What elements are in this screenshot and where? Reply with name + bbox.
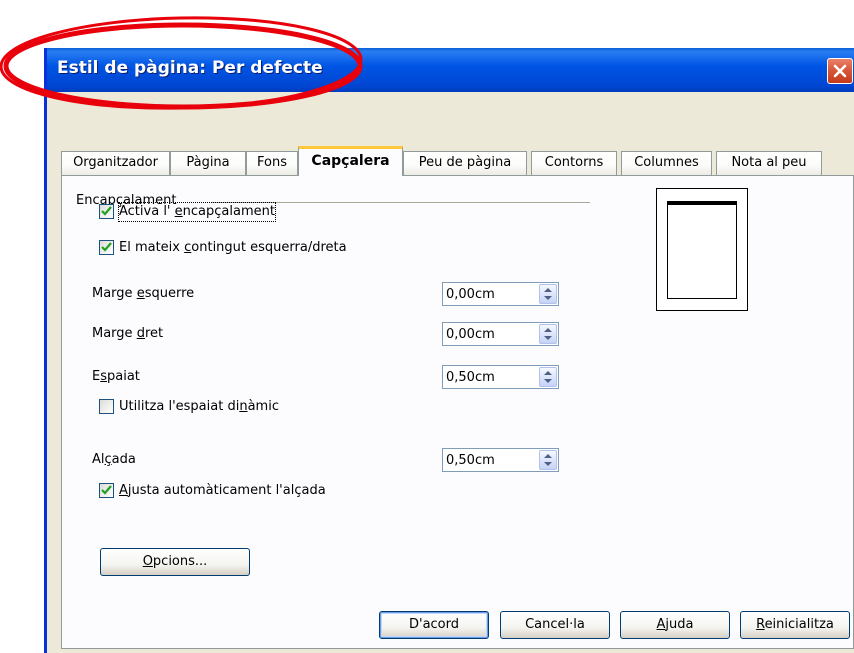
- autofit-height-checkbox[interactable]: [99, 483, 114, 498]
- tab-panel-capcalera: Encapçalament Activa l' encapçalament El…: [61, 175, 854, 649]
- checkmark-icon: [101, 206, 112, 216]
- tab-pagina[interactable]: Pàgina: [170, 151, 246, 175]
- spacing-spin-buttons[interactable]: [539, 367, 557, 387]
- checkmark-icon: [101, 242, 112, 252]
- spin-arrows-icon: [544, 328, 552, 340]
- options-button[interactable]: Opcions...: [100, 548, 250, 576]
- right-margin-input[interactable]: [446, 325, 526, 343]
- tab-peu-de-pagina[interactable]: Peu de pàgina: [403, 151, 527, 175]
- tab-capcalera[interactable]: Capçalera: [298, 146, 403, 176]
- tab-organitzador[interactable]: Organitzador: [61, 151, 170, 175]
- tab-nota-al-peu[interactable]: Nota al peu: [716, 151, 822, 175]
- right-margin-spin-buttons[interactable]: [539, 324, 557, 344]
- page-preview: [656, 188, 748, 311]
- page-style-dialog: Estil de pàgina: Per defecte Organitzado…: [44, 48, 854, 653]
- left-margin-spinbox[interactable]: [442, 282, 559, 306]
- close-icon: [833, 64, 847, 78]
- dialog-title: Estil de pàgina: Per defecte: [57, 58, 323, 78]
- tab-contorns[interactable]: Contorns: [531, 151, 617, 175]
- height-spin-buttons[interactable]: [539, 450, 557, 470]
- help-button[interactable]: Ajuda: [620, 611, 730, 639]
- height-label: Alçada: [92, 452, 136, 467]
- reset-button[interactable]: Reinicialitza: [740, 611, 850, 639]
- left-margin-input[interactable]: [446, 285, 526, 303]
- spacing-input[interactable]: [446, 368, 526, 386]
- activate-header-checkbox[interactable]: [99, 204, 114, 219]
- spin-arrows-icon: [544, 371, 552, 383]
- preview-page: [667, 201, 737, 299]
- checkmark-icon: [101, 485, 112, 495]
- spin-arrows-icon: [544, 288, 552, 300]
- tab-bar: Organitzador Pàgina Fons Capçalera Peu d…: [61, 146, 851, 176]
- height-spinbox[interactable]: [442, 448, 559, 472]
- left-margin-spin-buttons[interactable]: [539, 284, 557, 304]
- dynamic-spacing-checkbox[interactable]: [99, 399, 114, 414]
- tab-fons[interactable]: Fons: [246, 151, 298, 175]
- spacing-label: Espaiat: [92, 369, 140, 384]
- tab-columnes[interactable]: Columnes: [621, 151, 712, 175]
- spacing-spinbox[interactable]: [442, 365, 559, 389]
- dynamic-spacing-label: Utilitza l'espaiat dinàmic: [119, 399, 279, 414]
- activate-header-label: Activa l' encapçalament: [118, 202, 276, 222]
- same-content-label: El mateix contingut esquerra/dreta: [119, 240, 347, 255]
- cancel-button[interactable]: Cancel·la: [500, 611, 610, 639]
- same-content-checkbox[interactable]: [99, 240, 114, 255]
- title-bar[interactable]: Estil de pàgina: Per defecte: [47, 48, 854, 92]
- left-margin-label: Marge esquerre: [92, 286, 195, 301]
- ok-button[interactable]: D'acord: [379, 611, 489, 639]
- preview-header-bar: [668, 202, 736, 205]
- height-input[interactable]: [446, 451, 526, 469]
- autofit-height-label: Ajusta automàticament l'alçada: [119, 483, 326, 498]
- spin-arrows-icon: [544, 454, 552, 466]
- right-margin-spinbox[interactable]: [442, 322, 559, 346]
- right-margin-label: Marge dret: [92, 326, 164, 341]
- close-button[interactable]: [827, 58, 853, 84]
